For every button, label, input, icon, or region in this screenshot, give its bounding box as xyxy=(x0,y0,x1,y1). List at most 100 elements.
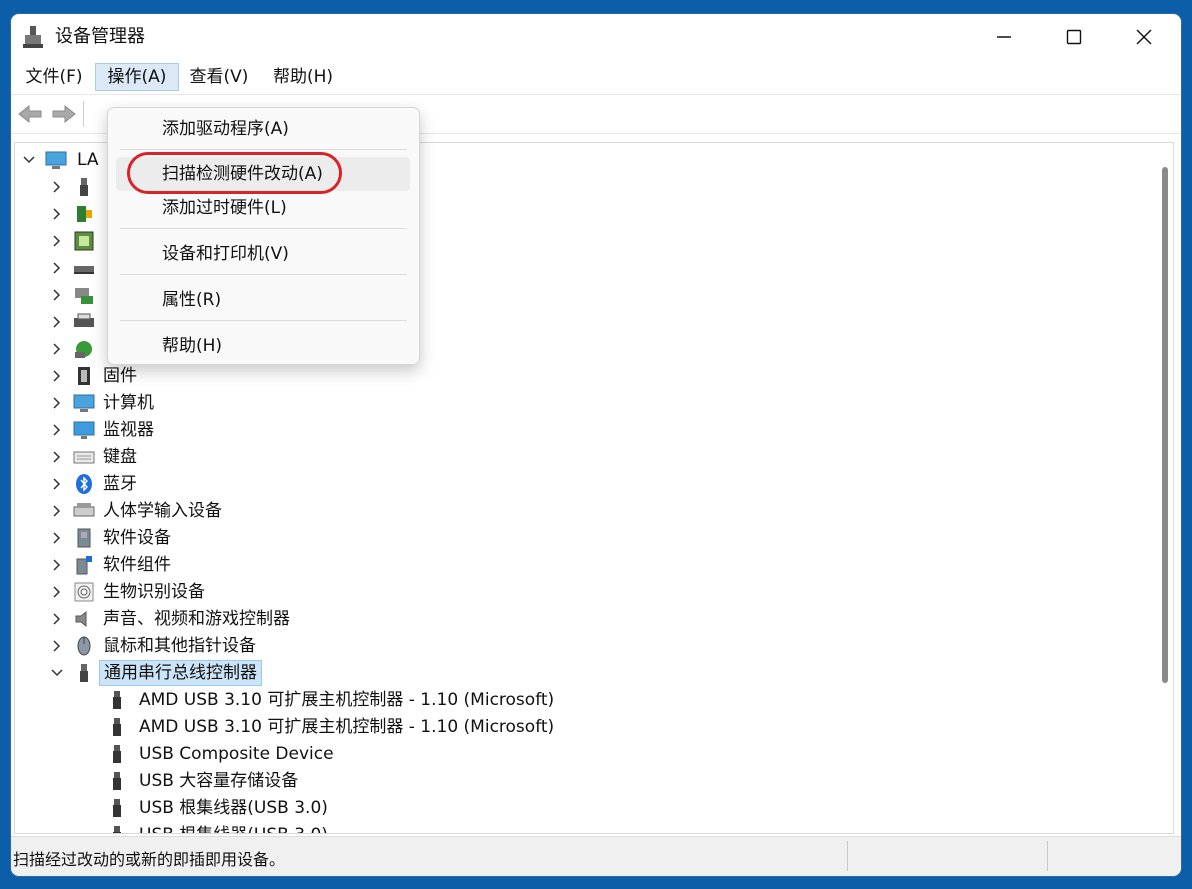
usb-icon xyxy=(80,178,88,196)
tree-category-row[interactable]: 软件组件 xyxy=(49,552,469,578)
maximize-button[interactable] xyxy=(1039,14,1109,60)
tree-item-hidden-7[interactable] xyxy=(49,336,109,362)
usb-device-row[interactable]: USB 根集线器(USB 3.0) xyxy=(109,822,629,833)
scrollbar-thumb[interactable] xyxy=(1162,167,1168,683)
tree-category-row[interactable]: 声音、视频和游戏控制器 xyxy=(49,606,469,632)
vertical-scrollbar[interactable] xyxy=(1157,143,1173,833)
tree-category-row[interactable]: 软件设备 xyxy=(49,525,469,551)
tree-category-label: 鼠标和其他指针设备 xyxy=(103,636,256,656)
computer-icon xyxy=(73,394,95,412)
forward-button[interactable] xyxy=(51,103,77,125)
processor-icon xyxy=(74,231,94,251)
usb-device-label: USB 大容量存储设备 xyxy=(139,771,299,791)
menu-view[interactable]: 查看(V) xyxy=(187,63,251,91)
close-button[interactable] xyxy=(1109,14,1179,60)
usb-device-label: USB 根集线器(USB 3.0) xyxy=(139,798,328,818)
usb-device-row[interactable]: AMD USB 3.10 可扩展主机控制器 - 1.10 (Microsoft) xyxy=(109,714,629,740)
tree-category-row[interactable]: 鼠标和其他指针设备 xyxy=(49,633,469,659)
menu-item-devices-printers[interactable]: 设备和打印机(V) xyxy=(116,237,410,271)
software-component-icon xyxy=(76,556,92,575)
minimize-button[interactable] xyxy=(969,14,1039,60)
battery-icon xyxy=(77,206,92,222)
keyboard-icon xyxy=(73,451,95,464)
chevron-right-icon[interactable] xyxy=(49,498,65,524)
back-button[interactable] xyxy=(17,103,43,125)
chevron-right-icon[interactable] xyxy=(49,201,65,227)
tree-category-row[interactable]: 通用串行总线控制器 xyxy=(49,660,469,686)
usb-device-label: AMD USB 3.10 可扩展主机控制器 - 1.10 (Microsoft) xyxy=(139,690,555,710)
speaker-icon xyxy=(75,610,87,628)
toolbar-divider xyxy=(83,101,84,127)
storage-controller-icon xyxy=(75,288,93,304)
printer-icon xyxy=(74,313,94,327)
chevron-right-icon[interactable] xyxy=(49,552,65,578)
tree-category-label: 生物识别设备 xyxy=(103,582,205,602)
usb-device-label: USB 根集线器(USB 3.0) xyxy=(139,822,328,833)
status-divider xyxy=(847,841,848,871)
tree-category-row[interactable]: 监视器 xyxy=(49,417,469,443)
tree-item-hidden-4[interactable] xyxy=(49,255,109,281)
tree-item-hidden-2[interactable] xyxy=(49,201,109,227)
tree-item-hidden-6[interactable] xyxy=(49,309,109,335)
menu-separator xyxy=(120,228,407,229)
tree-category-label: 软件设备 xyxy=(103,528,171,548)
chevron-down-icon[interactable] xyxy=(21,147,37,173)
chevron-right-icon[interactable] xyxy=(49,606,65,632)
highlight-annotation-ring xyxy=(127,152,342,194)
back-arrow-icon xyxy=(18,104,42,124)
tree-category-label: 声音、视频和游戏控制器 xyxy=(103,609,290,629)
usb-device-row[interactable]: USB 根集线器(USB 3.0) xyxy=(109,795,629,821)
menu-item-help[interactable]: 帮助(H) xyxy=(116,329,410,363)
chevron-right-icon[interactable] xyxy=(49,174,65,200)
tree-category-label: 软件组件 xyxy=(103,555,171,575)
tree-category-row[interactable]: 人体学输入设备 xyxy=(49,498,469,524)
chevron-right-icon[interactable] xyxy=(49,444,65,470)
tree-category-label: 固件 xyxy=(103,366,137,386)
root-label: LA xyxy=(77,150,99,170)
tree-category-row[interactable]: 生物识别设备 xyxy=(49,579,469,605)
usb-device-row[interactable]: AMD USB 3.10 可扩展主机控制器 - 1.10 (Microsoft) xyxy=(109,687,629,713)
tree-category-row[interactable]: 计算机 xyxy=(49,390,469,416)
menu-help[interactable]: 帮助(H) xyxy=(271,63,335,91)
chevron-right-icon[interactable] xyxy=(49,255,65,281)
tree-item-hidden-1[interactable] xyxy=(49,174,109,200)
menu-item-add-legacy-hardware[interactable]: 添加过时硬件(L) xyxy=(116,191,410,225)
chevron-down-icon[interactable] xyxy=(49,660,65,686)
usb-plug-icon xyxy=(113,691,121,709)
status-divider xyxy=(1047,841,1048,871)
menu-item-add-driver[interactable]: 添加驱动程序(A) xyxy=(116,112,410,146)
tree-item-hidden-3[interactable] xyxy=(49,228,109,254)
tree-item-hidden-5[interactable] xyxy=(49,282,109,308)
minimize-icon xyxy=(997,36,1011,38)
menu-action[interactable]: 操作(A) xyxy=(95,63,179,91)
computer-icon xyxy=(45,151,67,169)
usb-device-row[interactable]: USB Composite Device xyxy=(109,741,629,767)
firmware-icon xyxy=(78,367,90,385)
software-device-icon xyxy=(77,528,91,548)
usb-plug-icon xyxy=(113,718,121,736)
chevron-right-icon[interactable] xyxy=(49,579,65,605)
forward-arrow-icon xyxy=(52,104,76,124)
chevron-right-icon[interactable] xyxy=(49,228,65,254)
title-bar: 设备管理器 xyxy=(11,14,1181,60)
chevron-right-icon[interactable] xyxy=(49,390,65,416)
tree-category-label: 监视器 xyxy=(103,420,154,440)
menu-file[interactable]: 文件(F) xyxy=(23,63,85,91)
chevron-right-icon[interactable] xyxy=(49,417,65,443)
tree-category-row[interactable]: 蓝牙 xyxy=(49,471,469,497)
chevron-right-icon[interactable] xyxy=(49,282,65,308)
disk-drive-icon xyxy=(74,266,94,274)
tree-category-row[interactable]: 键盘 xyxy=(49,444,469,470)
chevron-right-icon[interactable] xyxy=(49,363,65,389)
close-icon xyxy=(1136,29,1152,45)
chevron-right-icon[interactable] xyxy=(49,633,65,659)
chevron-right-icon[interactable] xyxy=(49,336,65,362)
chevron-right-icon[interactable] xyxy=(49,525,65,551)
chevron-right-icon[interactable] xyxy=(49,309,65,335)
tree-category-row[interactable]: 固件 xyxy=(49,363,469,389)
usb-device-row[interactable]: USB 大容量存储设备 xyxy=(109,768,629,794)
menu-separator xyxy=(120,274,407,275)
menu-item-properties[interactable]: 属性(R) xyxy=(116,283,410,317)
menu-bar: 文件(F) 操作(A) 查看(V) 帮助(H) xyxy=(11,60,1181,92)
chevron-right-icon[interactable] xyxy=(49,471,65,497)
